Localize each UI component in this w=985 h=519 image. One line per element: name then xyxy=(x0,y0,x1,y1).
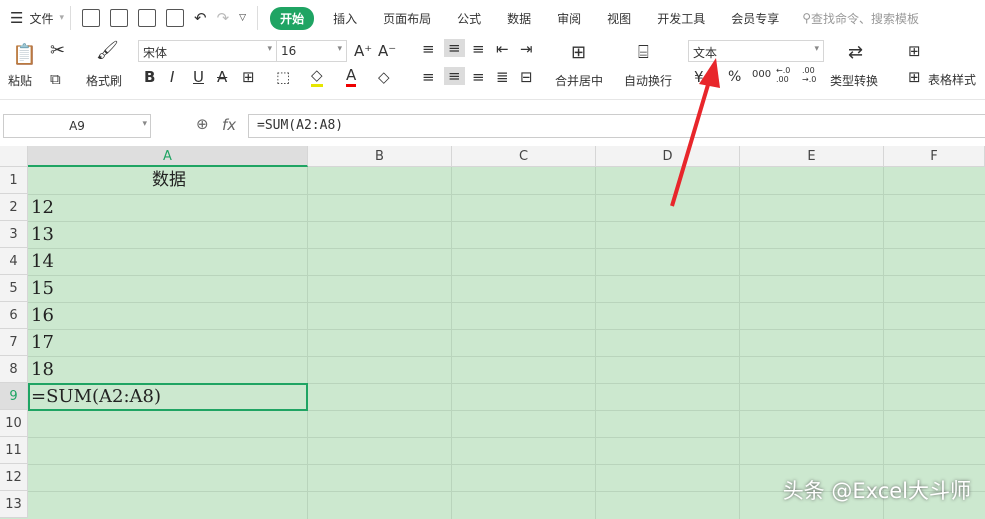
red-arrow-annotation xyxy=(670,58,720,207)
watermark: 头条 @Excel大斗师 xyxy=(782,479,971,503)
